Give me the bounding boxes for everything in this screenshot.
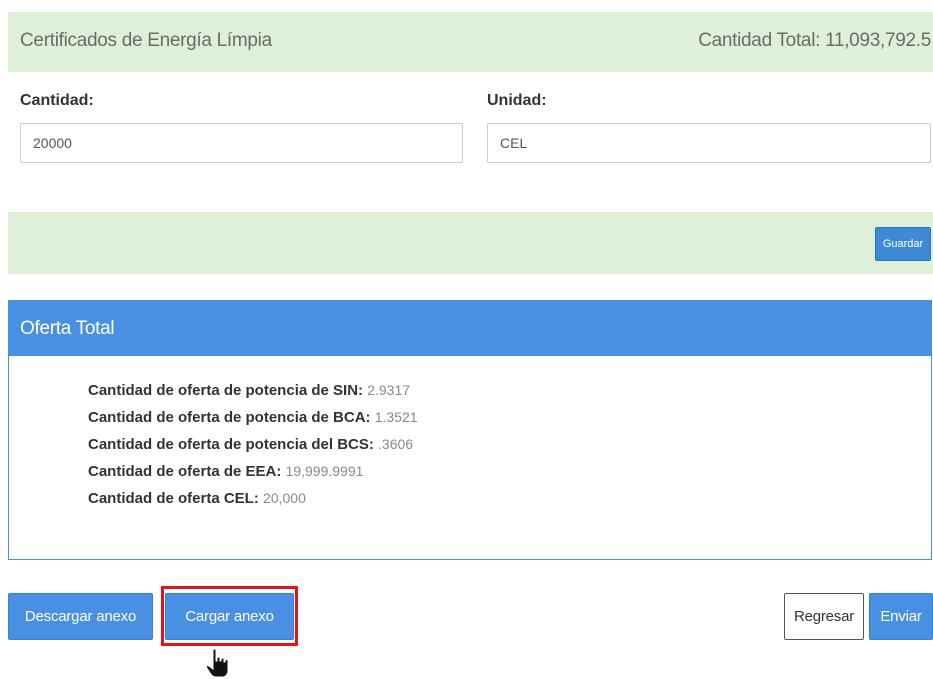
- cantidad-label: Cantidad:: [20, 92, 94, 109]
- oferta-row-label: Cantidad de oferta de potencia de BCA:: [88, 409, 371, 426]
- oferta-row-label: Cantidad de oferta CEL:: [88, 490, 259, 507]
- oferta-row-sin: Cantidad de oferta de potencia de SIN: 2…: [88, 377, 418, 404]
- oferta-row-bca: Cantidad de oferta de potencia de BCA: 1…: [88, 404, 418, 431]
- back-button[interactable]: Regresar: [784, 593, 864, 640]
- oferta-row-label: Cantidad de oferta de EEA:: [88, 463, 282, 480]
- oferta-row-bcs: Cantidad de oferta de potencia del BCS: …: [88, 431, 418, 458]
- cel-panel: Certificados de Energía Límpia Cantidad …: [8, 12, 933, 274]
- oferta-row-cel: Cantidad de oferta CEL: 20,000: [88, 485, 418, 512]
- total-quantity: Cantidad Total: 11,093,792.5: [698, 30, 931, 51]
- oferta-row-label: Cantidad de oferta de potencia del BCS:: [88, 436, 374, 453]
- oferta-list: Cantidad de oferta de potencia de SIN: 2…: [88, 377, 418, 512]
- oferta-row-label: Cantidad de oferta de potencia de SIN:: [88, 382, 364, 399]
- oferta-total-title: Oferta Total: [20, 318, 115, 339]
- unidad-label: Unidad:: [487, 92, 547, 109]
- upload-highlight-box: [161, 586, 298, 646]
- unidad-field[interactable]: CEL: [487, 123, 931, 163]
- cel-panel-title: Certificados de Energía Límpia: [20, 30, 272, 51]
- hand-pointer-icon: [205, 648, 229, 678]
- cel-panel-header: Certificados de Energía Límpia Cantidad …: [8, 12, 933, 72]
- send-button[interactable]: Enviar: [869, 593, 933, 640]
- page: Certificados de Energía Límpia Cantidad …: [0, 0, 933, 679]
- oferta-row-value: .3606: [378, 436, 414, 452]
- oferta-total-panel: Oferta Total Cantidad de oferta de poten…: [8, 300, 932, 560]
- oferta-total-header: Oferta Total: [8, 300, 932, 356]
- cantidad-input[interactable]: [20, 123, 463, 163]
- oferta-row-eea: Cantidad de oferta de EEA: 19,999.9991: [88, 458, 418, 485]
- oferta-row-value: 20,000: [263, 490, 306, 506]
- oferta-row-value: 2.9317: [367, 382, 411, 398]
- oferta-row-value: 19,999.9991: [285, 463, 364, 479]
- save-button[interactable]: Guardar: [875, 227, 931, 261]
- oferta-row-value: 1.3521: [374, 409, 418, 425]
- cel-panel-footer: Guardar: [8, 212, 933, 274]
- download-annex-button[interactable]: Descargar anexo: [8, 593, 153, 640]
